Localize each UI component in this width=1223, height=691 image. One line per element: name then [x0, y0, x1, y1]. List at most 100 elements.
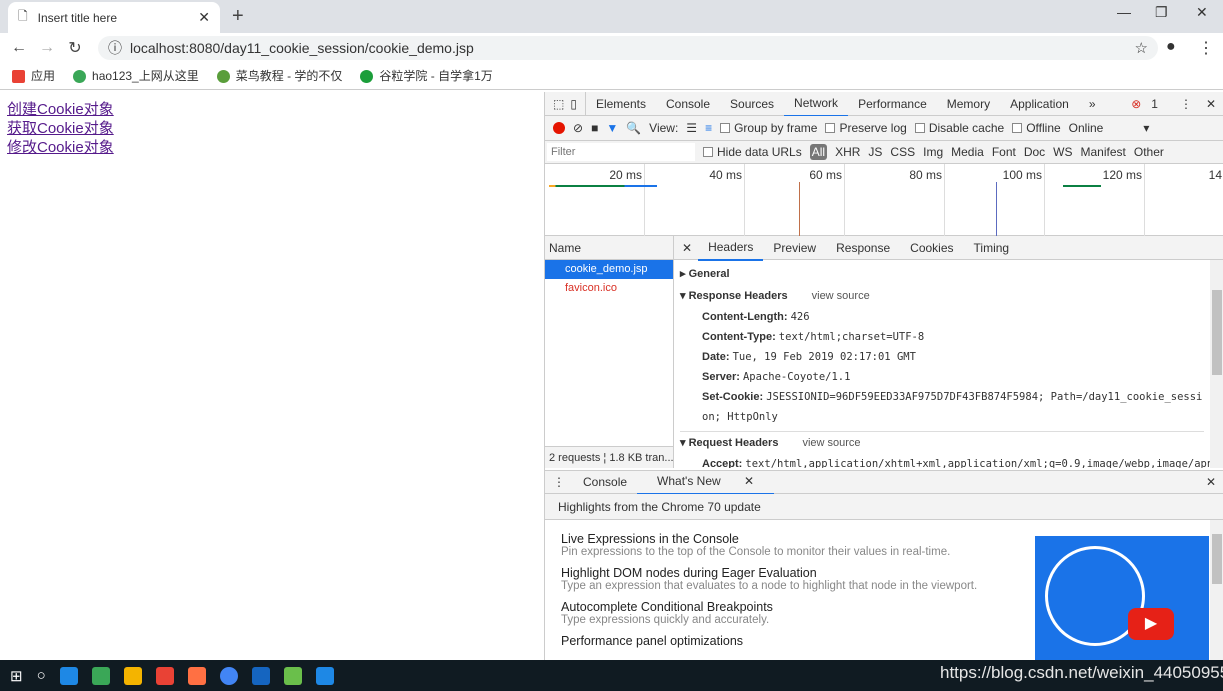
waterfall-icon[interactable]: ≡: [705, 121, 712, 135]
detail-tabs: ✕ Headers Preview Response Cookies Timin…: [674, 236, 1223, 261]
qq-icon[interactable]: [123, 666, 142, 685]
disable-cache-checkbox[interactable]: Disable cache: [914, 121, 1004, 135]
watermark: https://blog.csdn.net/weixin_44050955: [940, 663, 1223, 682]
tab-elements[interactable]: Elements: [586, 92, 656, 116]
tab-console[interactable]: Console: [656, 92, 720, 116]
chrome-icon[interactable]: [219, 666, 238, 685]
tab-timing[interactable]: Timing: [964, 236, 1020, 260]
details-scrollbar[interactable]: [1210, 260, 1223, 468]
screenshot-icon[interactable]: ■: [591, 121, 598, 135]
edge-icon[interactable]: [59, 666, 78, 685]
minimize-button[interactable]: —: [1117, 4, 1131, 20]
tab-response[interactable]: Response: [826, 236, 900, 260]
menu-icon[interactable]: ⋮: [1198, 38, 1214, 58]
profile-icon[interactable]: ●: [1166, 38, 1176, 56]
large-rows-icon[interactable]: ☰: [686, 121, 697, 135]
type-xhr[interactable]: XHR: [835, 145, 860, 159]
close-details-icon[interactable]: ✕: [674, 236, 698, 260]
response-headers-section[interactable]: ▾ Response Headers view source: [680, 285, 1204, 307]
filter-icon[interactable]: ▼: [606, 121, 618, 135]
back-icon[interactable]: ←: [5, 39, 33, 57]
type-img[interactable]: Img: [923, 145, 943, 159]
spring-icon[interactable]: [283, 666, 302, 685]
drawer-menu-icon[interactable]: ⋮: [545, 470, 573, 494]
browser-tab[interactable]: 🗋 Insert title here ✕: [8, 2, 220, 33]
modify-cookie-link[interactable]: 修改Cookie对象: [7, 138, 537, 157]
group-by-frame-checkbox[interactable]: Group by frame: [720, 121, 817, 135]
tab-performance[interactable]: Performance: [848, 92, 937, 116]
tab-headers[interactable]: Headers: [698, 236, 764, 261]
bookmark-hao123[interactable]: hao123_上网从这里: [73, 67, 199, 84]
new-tab-button[interactable]: +: [232, 5, 244, 28]
bookmark-runoob[interactable]: 菜鸟教程 - 学的不仅: [216, 67, 342, 84]
start-icon[interactable]: ⊞: [10, 667, 23, 685]
close-drawer-icon[interactable]: ✕: [1198, 470, 1223, 494]
offline-checkbox[interactable]: Offline: [1012, 121, 1061, 135]
tab-cookies[interactable]: Cookies: [900, 236, 963, 260]
forward-icon[interactable]: →: [33, 39, 61, 57]
create-cookie-link[interactable]: 创建Cookie对象: [7, 100, 537, 119]
search-icon[interactable]: 🔍: [626, 121, 641, 135]
close-devtools-icon[interactable]: ✕: [1198, 92, 1223, 116]
preserve-log-checkbox[interactable]: Preserve log: [825, 121, 907, 135]
get-cookie-link[interactable]: 获取Cookie对象: [7, 119, 537, 138]
throttle-select[interactable]: Online ▾: [1069, 121, 1150, 135]
general-section[interactable]: ▸ General: [680, 263, 1204, 285]
type-ws[interactable]: WS: [1053, 145, 1072, 159]
network-overview[interactable]: 20 ms 40 ms 60 ms 80 ms 100 ms 120 ms 14: [545, 164, 1223, 236]
drawer-tab-console[interactable]: Console: [573, 470, 637, 494]
reload-icon[interactable]: ↻: [61, 38, 89, 58]
type-css[interactable]: CSS: [890, 145, 915, 159]
type-other[interactable]: Other: [1134, 145, 1164, 159]
more-tabs-icon[interactable]: »: [1079, 92, 1106, 116]
firefox-icon[interactable]: [187, 666, 206, 685]
play-icon[interactable]: ▶: [1128, 608, 1174, 640]
app-icon[interactable]: [155, 666, 174, 685]
tab-preview[interactable]: Preview: [763, 236, 826, 260]
app-icon[interactable]: [315, 666, 334, 685]
type-media[interactable]: Media: [951, 145, 984, 159]
bookmark-apps[interactable]: 应用: [12, 67, 55, 84]
tab-memory[interactable]: Memory: [937, 92, 1000, 116]
wechat-icon[interactable]: [91, 666, 110, 685]
view-source-link[interactable]: view source: [802, 437, 860, 449]
url-text[interactable]: localhost:8080/day11_cookie_session/cook…: [130, 40, 474, 56]
request-headers-section[interactable]: ▾ Request Headers view source: [680, 432, 1204, 454]
search-icon[interactable]: ○: [37, 667, 46, 684]
type-manifest[interactable]: Manifest: [1081, 145, 1126, 159]
restore-button[interactable]: ❐: [1155, 4, 1168, 21]
type-all[interactable]: All: [809, 144, 828, 160]
type-doc[interactable]: Doc: [1024, 145, 1045, 159]
tick-40: 40 ms: [645, 164, 745, 236]
name-column-header[interactable]: Name: [545, 236, 673, 260]
tab-network[interactable]: Network: [784, 91, 849, 117]
view-label: View:: [649, 121, 679, 135]
device-icon[interactable]: ▯: [568, 91, 586, 116]
hide-data-urls-checkbox[interactable]: Hide data URLs: [703, 145, 802, 159]
clear-icon[interactable]: ⊘: [573, 121, 583, 135]
bookmark-guli[interactable]: 谷粒学院 - 自学拿1万: [360, 67, 493, 84]
video-thumbnail[interactable]: ▶: [1035, 536, 1209, 660]
inspect-icon[interactable]: ⬚: [545, 92, 568, 116]
devtools: ⬚ ▯ Elements Console Sources Network Per…: [544, 91, 1223, 660]
drawer-tab-whats-new[interactable]: What's New ✕: [637, 469, 775, 495]
error-count[interactable]: ⊗ 1: [1125, 92, 1174, 116]
request-row-selected[interactable]: cookie_demo.jsp: [545, 260, 673, 279]
request-row[interactable]: favicon.ico: [545, 279, 673, 298]
type-js[interactable]: JS: [868, 145, 882, 159]
tab-sources[interactable]: Sources: [720, 92, 784, 116]
tab-application[interactable]: Application: [1000, 92, 1079, 116]
star-icon[interactable]: ☆: [1135, 39, 1148, 57]
address-bar[interactable]: ⓘ localhost:8080/day11_cookie_session/co…: [98, 36, 1158, 60]
request-bar-1: [549, 185, 657, 187]
drawer-scrollbar[interactable]: [1210, 520, 1223, 660]
view-source-link[interactable]: view source: [812, 290, 870, 302]
request-details: ✕ Headers Preview Response Cookies Timin…: [674, 236, 1223, 468]
record-icon[interactable]: [553, 122, 565, 134]
close-tab-icon[interactable]: ✕: [198, 9, 210, 26]
filter-input[interactable]: [547, 143, 695, 161]
wps-icon[interactable]: [251, 666, 270, 685]
customize-icon[interactable]: ⋮: [1174, 92, 1198, 116]
type-font[interactable]: Font: [992, 145, 1016, 159]
close-window-button[interactable]: ✕: [1196, 4, 1208, 21]
